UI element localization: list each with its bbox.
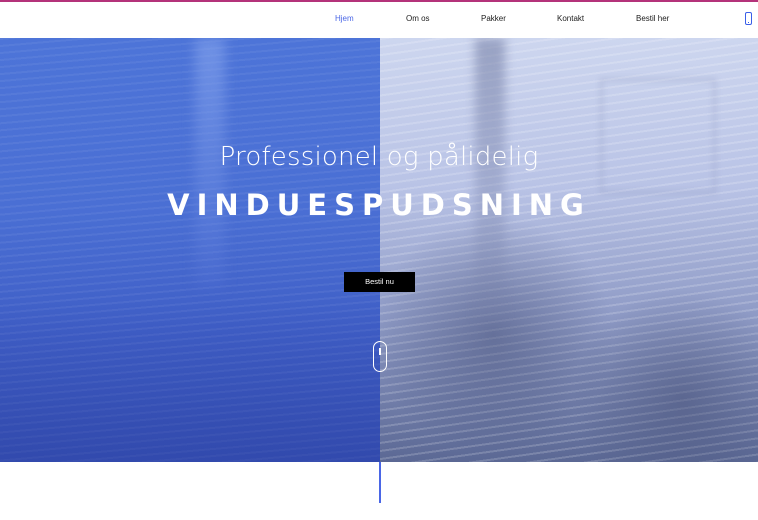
scroll-wheel [379, 348, 381, 355]
nav-item-kontakt[interactable]: Kontakt [557, 14, 584, 23]
hero-background-right [380, 38, 758, 462]
hero-section: Professionel og pålidelig VINDUESPUDSNIN… [0, 38, 758, 462]
hero-title: VINDUESPUDSNING [167, 188, 591, 222]
nav-item-pakker[interactable]: Pakker [481, 14, 506, 23]
hero-background-left [0, 38, 380, 462]
nav-item-om-os[interactable]: Om os [406, 14, 430, 23]
top-navbar: Hjem Om os Pakker Kontakt Bestil her [0, 2, 758, 38]
mobile-phone-icon[interactable] [745, 12, 752, 25]
mouse-scroll-icon[interactable] [373, 341, 387, 372]
nav-item-hjem[interactable]: Hjem [335, 14, 354, 23]
section-divider-line [379, 462, 381, 503]
hero-subtitle: Professionel og pålidelig [219, 142, 539, 172]
order-now-button[interactable]: Bestil nu [344, 272, 415, 292]
nav-item-bestil-her[interactable]: Bestil her [636, 14, 669, 23]
